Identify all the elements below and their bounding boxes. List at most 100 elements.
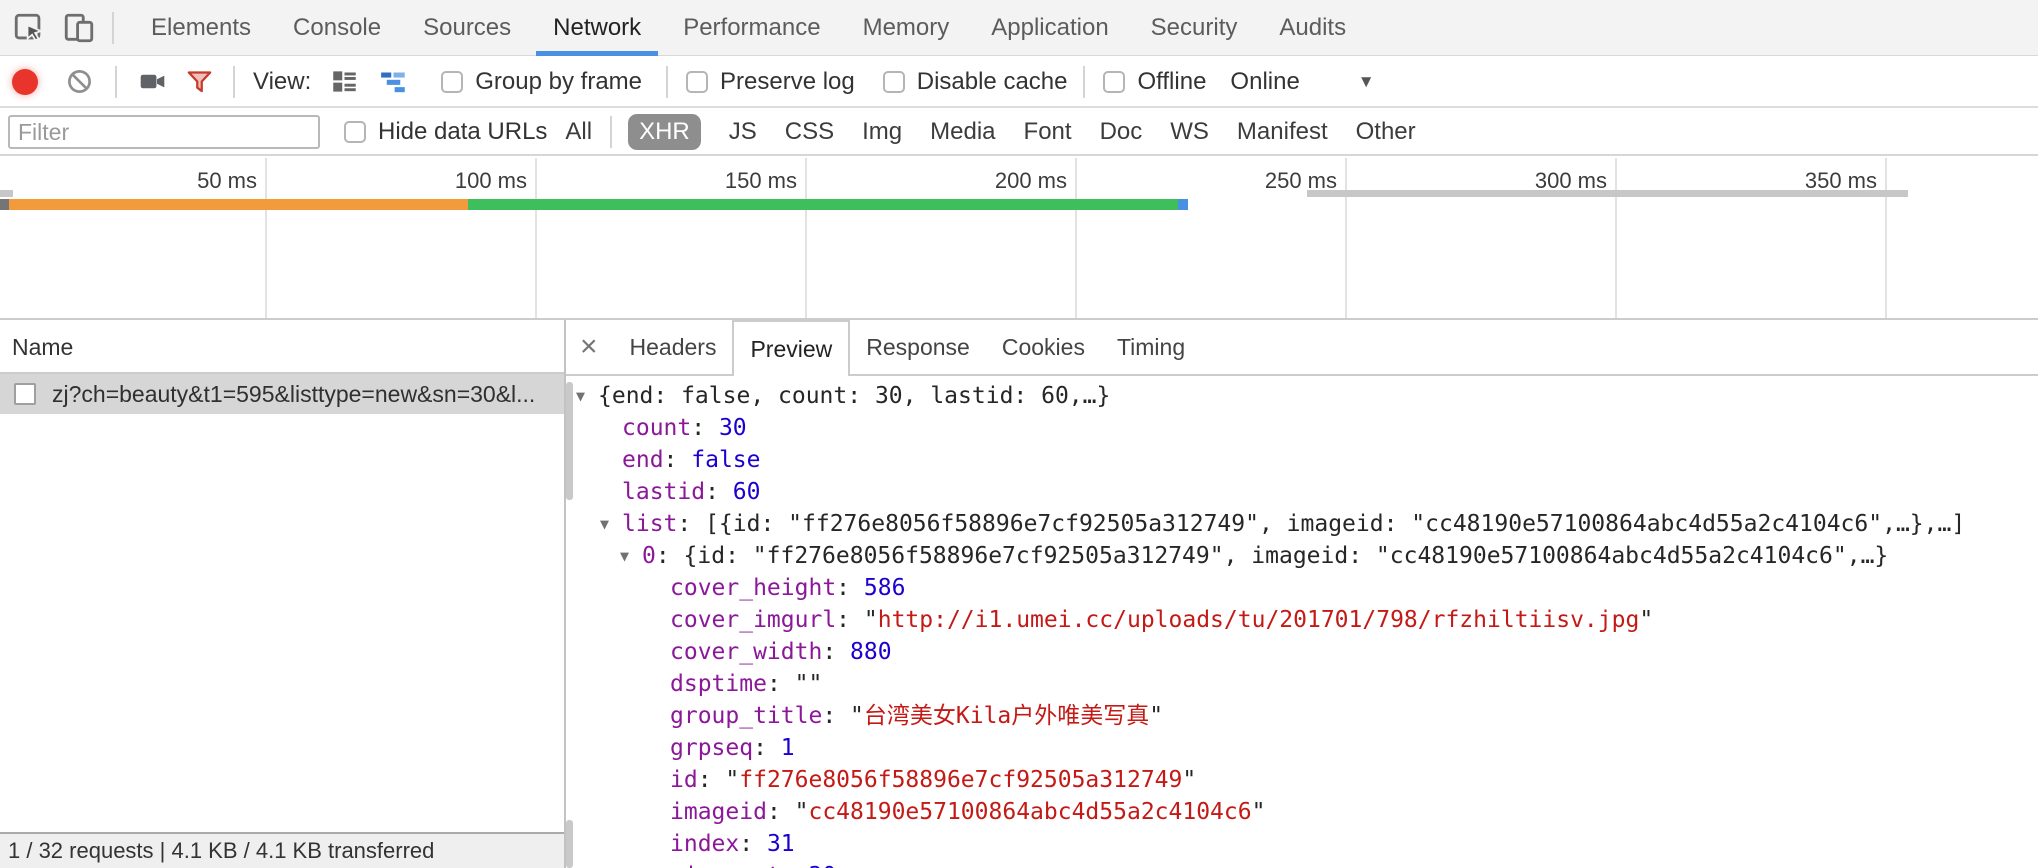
network-toolbar: View: Group by frame Preserve log Disabl…	[0, 57, 2038, 108]
tab-network[interactable]: Network	[532, 0, 662, 56]
expand-triangle-icon[interactable]: ▼	[576, 380, 598, 412]
disable-cache-label[interactable]: Disable cache	[917, 68, 1068, 96]
preview-segment: end	[622, 447, 664, 473]
preview-row: index: 31	[566, 828, 2038, 860]
detail-tab-preview[interactable]: Preview	[732, 320, 850, 376]
tab-security[interactable]: Security	[1130, 0, 1259, 56]
tab-elements[interactable]: Elements	[130, 0, 272, 56]
request-checkbox[interactable]	[14, 383, 36, 405]
device-toolbar-icon[interactable]	[62, 11, 96, 45]
preview-segment: dsptime	[670, 671, 767, 697]
filter-type-doc[interactable]: Doc	[1100, 118, 1143, 146]
inspect-element-icon[interactable]	[12, 11, 46, 45]
close-icon[interactable]: ×	[580, 321, 598, 373]
preview-segment: "	[1182, 767, 1196, 793]
preview-segment: 1	[781, 735, 795, 761]
detail-tabbar: × HeadersPreviewResponseCookiesTiming	[566, 320, 2038, 376]
preview-segment: "	[1252, 799, 1266, 825]
preview-segment: :	[739, 831, 767, 857]
large-rows-view-icon[interactable]	[331, 68, 358, 95]
filter-type-css[interactable]: CSS	[785, 118, 834, 146]
filter-input[interactable]	[8, 115, 320, 149]
preview-segment: ff276e8056f58896e7cf92505a312749	[739, 767, 1182, 793]
preview-segment: group_title	[670, 703, 822, 729]
filter-type-img[interactable]: Img	[862, 118, 902, 146]
record-icon[interactable]	[12, 69, 38, 95]
preserve-log-checkbox[interactable]	[686, 71, 708, 93]
expand-triangle-icon[interactable]: ▼	[620, 540, 642, 572]
hide-data-urls-checkbox[interactable]	[344, 121, 366, 143]
detail-tab-response[interactable]: Response	[850, 320, 986, 374]
filter-type-all[interactable]: All	[565, 118, 592, 146]
overview-bar	[0, 199, 9, 210]
preview-segment: cover_height	[670, 575, 836, 601]
overview-bar	[468, 199, 1178, 210]
preview-segment: imageid	[670, 799, 767, 825]
group-by-frame-checkbox[interactable]	[441, 71, 463, 93]
overview[interactable]: 50 ms100 ms150 ms200 ms250 ms300 ms350 m…	[0, 158, 2038, 320]
view-label: View:	[253, 68, 311, 96]
ruler-label: 100 ms	[455, 168, 527, 194]
separator	[112, 12, 114, 44]
filter-type-font[interactable]: Font	[1024, 118, 1072, 146]
request-name: zj?ch=beauty&t1=595&listtype=new&sn=30&l…	[52, 381, 535, 408]
filter-type-js[interactable]: JS	[729, 118, 757, 146]
devtools-tabbar: ElementsConsoleSourcesNetworkPerformance…	[0, 0, 2038, 56]
filter-type-ws[interactable]: WS	[1170, 118, 1209, 146]
filter-type-manifest[interactable]: Manifest	[1237, 118, 1328, 146]
preview-segment: 台湾美女Kila户外唯美写真	[864, 703, 1149, 729]
preview-row: cover_imgurl: "http://i1.umei.cc/uploads…	[566, 604, 2038, 636]
expand-triangle-icon[interactable]: ▼	[600, 508, 622, 540]
name-column-header[interactable]: Name	[0, 320, 564, 374]
preview-segment: list	[622, 511, 677, 537]
preview-content: ▼{end: false, count: 30, lastid: 60,…} co…	[566, 376, 2038, 868]
tab-memory[interactable]: Memory	[842, 0, 971, 56]
hide-data-urls-label[interactable]: Hide data URLs	[378, 118, 547, 146]
tab-audits[interactable]: Audits	[1258, 0, 1367, 56]
chevron-down-icon[interactable]: ▼	[1358, 72, 1375, 92]
ruler-gridline	[1885, 158, 1887, 318]
ruler-label: 50 ms	[197, 168, 257, 194]
filter-type-media[interactable]: Media	[930, 118, 995, 146]
ruler-label: 200 ms	[995, 168, 1067, 194]
preview-row[interactable]: ▼{end: false, count: 30, lastid: 60,…}	[566, 380, 2038, 412]
tab-performance[interactable]: Performance	[662, 0, 841, 56]
request-row[interactable]: zj?ch=beauty&t1=595&listtype=new&sn=30&l…	[0, 374, 564, 414]
preview-row[interactable]: ▼0: {id: "ff276e8056f58896e7cf92505a3127…	[566, 540, 2038, 572]
preview-row: id: "ff276e8056f58896e7cf92505a312749"	[566, 764, 2038, 796]
preview-row[interactable]: ▼list: [{id: "ff276e8056f58896e7cf92505a…	[566, 508, 2038, 540]
filter-funnel-icon[interactable]	[186, 68, 213, 95]
disable-cache-checkbox[interactable]	[883, 71, 905, 93]
preview-segment: : "	[836, 607, 878, 633]
preview-segment: cover_imgurl	[670, 607, 836, 633]
filter-type-xhr[interactable]: XHR	[628, 114, 701, 150]
tab-sources[interactable]: Sources	[402, 0, 532, 56]
preview-row: cover_width: 880	[566, 636, 2038, 668]
ruler-gridline	[1615, 158, 1617, 318]
detail-tab-cookies[interactable]: Cookies	[986, 320, 1101, 374]
group-by-frame-label[interactable]: Group by frame	[475, 68, 642, 96]
clear-icon[interactable]	[66, 68, 93, 95]
panel-tabs: ElementsConsoleSourcesNetworkPerformance…	[130, 0, 1367, 56]
separator	[610, 116, 612, 148]
detail-tab-headers[interactable]: Headers	[614, 320, 733, 374]
tab-application[interactable]: Application	[970, 0, 1129, 56]
preview-segment: : "	[698, 767, 740, 793]
offline-checkbox[interactable]	[1103, 71, 1125, 93]
waterfall-overview-icon[interactable]	[380, 68, 407, 95]
screenshot-camera-icon[interactable]	[139, 68, 166, 95]
filter-type-other[interactable]: Other	[1356, 118, 1416, 146]
preview-segment: piccount	[670, 863, 781, 868]
detail-tab-timing[interactable]: Timing	[1101, 320, 1201, 374]
preserve-log-label[interactable]: Preserve log	[720, 68, 855, 96]
throttling-select[interactable]: Online	[1230, 68, 1299, 96]
filter-bar: Hide data URLs All XHR JS CSS Img Media Font Do…	[0, 110, 2038, 156]
tab-console[interactable]: Console	[272, 0, 402, 56]
scrollbar-thumb[interactable]	[566, 820, 573, 868]
preview-row: lastid: 60	[566, 476, 2038, 508]
scrollbar-thumb[interactable]	[566, 382, 573, 500]
preview-segment: : ""	[767, 671, 822, 697]
offline-label[interactable]: Offline	[1137, 68, 1206, 96]
preview-segment: :	[836, 575, 864, 601]
preview-segment: : "	[767, 799, 809, 825]
